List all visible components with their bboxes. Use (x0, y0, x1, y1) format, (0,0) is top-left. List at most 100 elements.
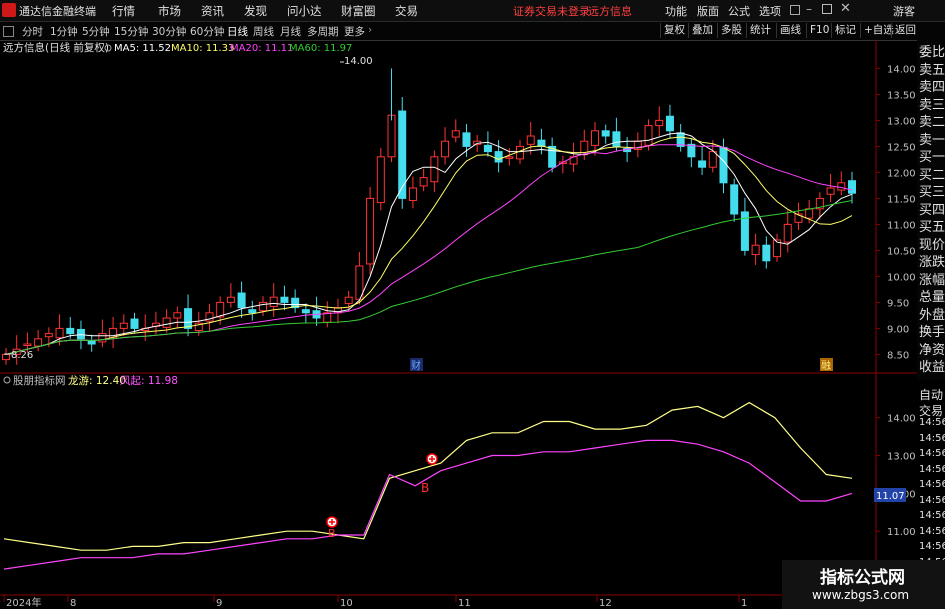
btn-f10[interactable]: F10 (806, 23, 832, 38)
side-panel-time: 14:56 (919, 463, 945, 475)
minimize-icon[interactable]: – (806, 2, 812, 16)
candles (2, 68, 856, 365)
side-panel-item[interactable]: 卖一 (919, 132, 945, 149)
candle-body (376, 156, 385, 204)
side-panel-trade-item[interactable]: 自动 (919, 386, 943, 403)
side-panel-item[interactable]: 换手 (919, 324, 945, 341)
menu-xuanxiang[interactable]: 选项 (759, 3, 781, 19)
period-fenshi[interactable]: 分时 (22, 24, 43, 39)
candle-body (301, 309, 310, 314)
price-tick-label: 11.50 (887, 194, 916, 205)
indicator-tick-label: 14.00 (887, 414, 916, 425)
guest-label[interactable]: 游客 (893, 3, 915, 19)
date-tick-label: 2024年 (6, 596, 41, 609)
side-panel-item[interactable]: 买五 (919, 219, 945, 236)
window-icon[interactable] (790, 5, 800, 15)
watermark-url: www.zbgs3.com (812, 588, 910, 602)
period-monthly[interactable]: 月线 (280, 24, 301, 39)
side-panel-item[interactable]: 卖五 (919, 62, 945, 79)
period-daily[interactable]: 日线 (227, 24, 248, 39)
price-tick-label: 13.50 (887, 90, 916, 101)
date-tick-label: 11 (458, 598, 471, 609)
candle-body (805, 208, 814, 219)
price-tick-label: 10.50 (887, 246, 916, 257)
candle-body (698, 160, 707, 168)
side-panel-item[interactable]: 卖二 (919, 114, 945, 131)
menu-zixun[interactable]: 资讯 (201, 3, 224, 19)
side-panel-item[interactable]: 净资 (919, 342, 945, 359)
menu-banmian[interactable]: 版面 (697, 3, 719, 19)
side-panel-item[interactable]: 涨幅 (919, 272, 945, 289)
watermark: 指标公式网 www.zbgs3.com (782, 560, 945, 609)
period-more[interactable]: 更多 (344, 24, 365, 39)
close-icon[interactable]: ✕ (840, 1, 851, 16)
candle-body (248, 309, 257, 314)
side-panel-item[interactable]: 涨跌 (919, 254, 945, 271)
candle-body (387, 114, 396, 158)
app-title: 通达信金融终端 (19, 5, 96, 18)
date-tick-label: 9 (216, 598, 222, 609)
candle-body (783, 223, 792, 243)
side-panel-item[interactable]: 总量 (919, 289, 945, 306)
date-tick-label: 12 (599, 598, 612, 609)
candle-body (590, 130, 599, 146)
maximize-icon[interactable] (822, 4, 832, 14)
side-panel-time: 14:56 (919, 417, 945, 428)
period-15min[interactable]: 15分钟 (114, 24, 148, 39)
btn-diejia[interactable]: 叠加 (688, 23, 716, 38)
side-panel-trade-item[interactable]: 交易 (919, 402, 943, 419)
candle-body (408, 187, 417, 201)
kline-chart-area[interactable]: 远方信息(日线 前复权) MA5: 11.52 MA10: 11.33 MA20… (0, 40, 917, 609)
candle-body (98, 333, 107, 343)
watermark-title: 指标公式网 (820, 568, 905, 588)
candle-body (344, 296, 353, 304)
btn-fuquan[interactable]: 复权 (660, 23, 688, 38)
buy-signal-1[interactable]: B (326, 516, 338, 540)
side-panel-time: 14:56 (919, 525, 945, 537)
btn-huaxian[interactable]: 画线 (776, 23, 804, 38)
period-5min[interactable]: 5分钟 (82, 24, 110, 39)
indicator-tick-label: 11.00 (887, 527, 916, 538)
ma60-label: MA60: 11.97 (289, 43, 352, 54)
more-chevron-icon[interactable]: › (368, 24, 372, 36)
btn-biaoji[interactable]: 标记 (831, 23, 859, 38)
menu-caifuquan[interactable]: 财富圈 (341, 3, 376, 19)
side-panel-item[interactable]: 卖四 (919, 79, 945, 96)
indicator-toggle-icon[interactable] (3, 376, 11, 384)
side-panel-item[interactable]: 外盘 (919, 307, 945, 324)
menu-shichang[interactable]: 市场 (158, 3, 181, 19)
side-panel-item[interactable]: 买三 (919, 184, 945, 201)
menu-gongshi[interactable]: 公式 (728, 3, 750, 19)
period-weekly[interactable]: 周线 (253, 24, 274, 39)
side-panel-item[interactable]: 收益 (919, 359, 945, 376)
candle-body (23, 343, 32, 346)
side-panel-item[interactable]: 现价 (919, 237, 945, 254)
trade-login-status[interactable]: 证券交易未登录 (513, 3, 590, 19)
period-multi[interactable]: 多周期 (307, 24, 339, 39)
candle-body (655, 119, 664, 127)
menu-faxian[interactable]: 发现 (244, 3, 267, 19)
candle-body (612, 131, 621, 147)
menu-wenxiaoda[interactable]: 问小达 (287, 3, 322, 19)
btn-duogu[interactable]: 多股 (717, 23, 745, 38)
period-1min[interactable]: 1分钟 (50, 24, 78, 39)
side-panel-time: 14:56 (919, 510, 945, 521)
indicator-tick-label: 13.00 (887, 452, 916, 463)
side-panel-item[interactable]: 委比 (919, 44, 945, 61)
period-60min[interactable]: 60分钟 (190, 24, 224, 39)
btn-tongji[interactable]: 统计 (746, 23, 774, 38)
side-panel-item[interactable]: 买二 (919, 167, 945, 184)
candle-body (366, 197, 375, 265)
btn-fanhui[interactable]: 返回 (891, 23, 919, 38)
menu-bar: 通达信金融终端 行情 市场 资讯 发现 问小达 财富圈 交易 证券交易未登录 远… (0, 0, 945, 22)
side-panel-item[interactable]: 卖三 (919, 97, 945, 114)
menu-jiaoyi[interactable]: 交易 (395, 3, 418, 19)
side-panel-item[interactable]: 买一 (919, 149, 945, 166)
menu-gongneng[interactable]: 功能 (665, 3, 687, 19)
side-panel-item[interactable]: 买四 (919, 202, 945, 219)
buy-signal-1-label: B (328, 527, 336, 540)
toolbar-toggle-icon[interactable] (3, 26, 14, 37)
candle-body (119, 322, 128, 329)
period-30min[interactable]: 30分钟 (152, 24, 186, 39)
menu-hangqing[interactable]: 行情 (112, 3, 135, 19)
